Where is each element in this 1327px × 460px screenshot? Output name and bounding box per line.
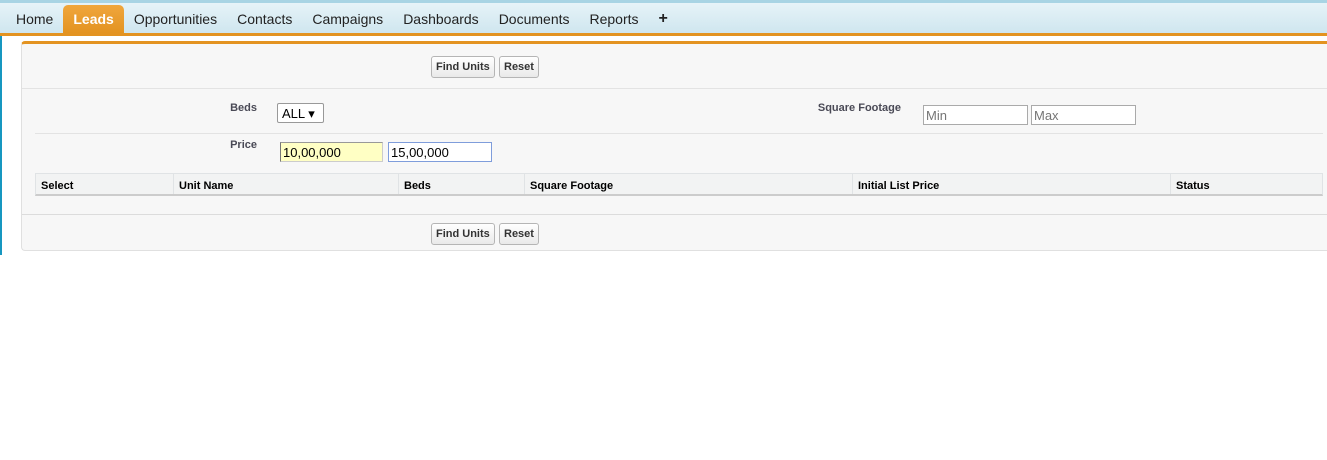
tab-opportunities[interactable]: Opportunities [124,5,227,33]
reset-button-top[interactable]: Reset [499,56,539,78]
add-tab-icon[interactable]: + [649,5,678,33]
col-beds[interactable]: Beds [399,174,525,194]
col-status[interactable]: Status [1171,174,1322,194]
search-panel: Find Units Reset Beds ALL ▾ Square Foota… [21,41,1327,251]
tab-bar: Home Leads Opportunities Contacts Campai… [0,0,1327,36]
col-unit-name[interactable]: Unit Name [174,174,399,194]
results-table-header: Select Unit Name Beds Square Footage Ini… [35,173,1323,196]
tab-contacts[interactable]: Contacts [227,5,302,33]
left-edge [0,0,2,255]
tab-reports[interactable]: Reports [580,5,649,33]
find-units-button-top[interactable]: Find Units [431,56,495,78]
sqft-max-input[interactable] [1031,105,1136,125]
price-label: Price [230,139,257,151]
col-square-footage[interactable]: Square Footage [525,174,853,194]
sqft-label: Square Footage [817,102,901,114]
price-min-input[interactable] [280,142,383,162]
divider [35,133,1323,134]
sqft-min-input[interactable] [923,105,1028,125]
find-units-button-bottom[interactable]: Find Units [431,223,495,245]
col-initial-list-price[interactable]: Initial List Price [853,174,1171,194]
beds-select[interactable]: ALL ▾ [277,103,324,123]
reset-button-bottom[interactable]: Reset [499,223,539,245]
divider [22,88,1327,89]
price-max-input[interactable] [388,142,492,162]
tab-dashboards[interactable]: Dashboards [393,5,489,33]
tab-campaigns[interactable]: Campaigns [302,5,393,33]
divider [22,214,1327,215]
beds-label: Beds [230,102,257,114]
tab-home[interactable]: Home [6,5,63,33]
col-select[interactable]: Select [36,174,174,194]
tab-leads[interactable]: Leads [63,5,124,33]
tab-documents[interactable]: Documents [489,5,580,33]
